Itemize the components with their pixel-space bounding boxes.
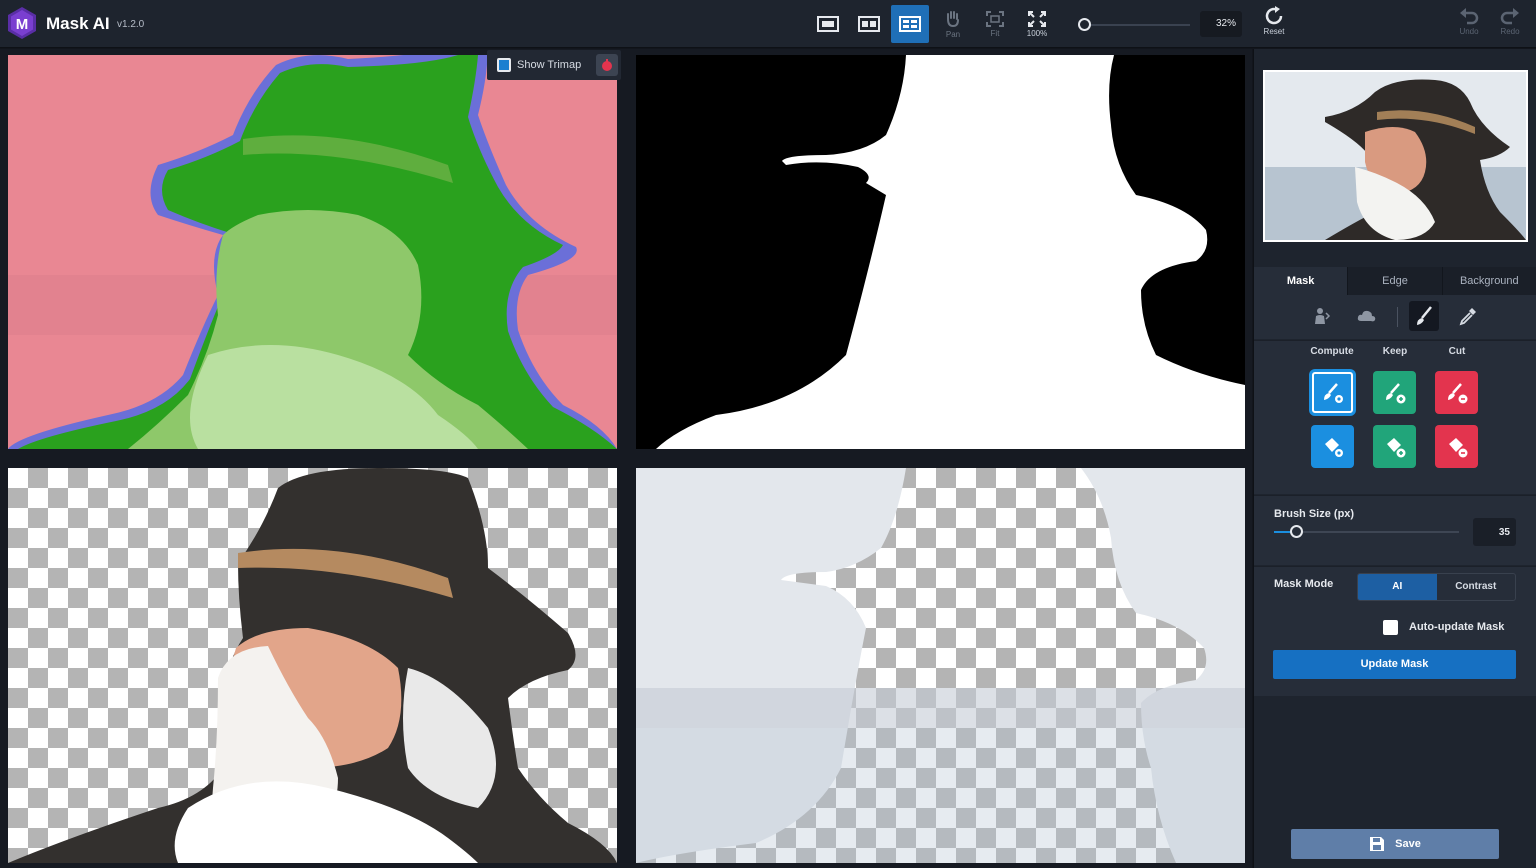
zoom-slider-handle[interactable] xyxy=(1078,18,1091,31)
mask-mode-contrast-option[interactable]: Contrast xyxy=(1437,574,1516,600)
background-view[interactable] xyxy=(636,468,1245,863)
brush-palette: Compute Keep Cut xyxy=(1254,340,1536,494)
compute-brush-button[interactable] xyxy=(1311,371,1354,414)
reset-button[interactable]: Reset xyxy=(1257,5,1291,43)
split-view-icon xyxy=(858,16,880,32)
undo-button[interactable]: Undo xyxy=(1452,5,1486,43)
show-trimap-label: Show Trimap xyxy=(517,59,582,71)
mask-view[interactable] xyxy=(636,55,1245,449)
tab-mask[interactable]: Mask xyxy=(1254,267,1349,295)
keep-column-label: Keep xyxy=(1382,346,1408,357)
canvas-area xyxy=(0,49,1252,868)
pan-button[interactable]: Pan xyxy=(934,5,972,43)
save-label: Save xyxy=(1395,838,1421,850)
zoom-slider-track[interactable] xyxy=(1080,24,1190,26)
redo-icon xyxy=(1500,8,1519,25)
reset-icon xyxy=(1265,6,1283,25)
cut-brush-icon xyxy=(1447,382,1467,403)
mask-tool-row xyxy=(1254,295,1536,339)
split-view-button[interactable] xyxy=(850,5,888,43)
keep-fill-icon xyxy=(1386,437,1405,457)
trimap-view[interactable] xyxy=(8,55,617,449)
compute-fill-icon xyxy=(1324,437,1343,457)
quad-view-icon xyxy=(899,16,921,32)
show-trimap-toggle[interactable]: Show Trimap xyxy=(487,50,621,80)
single-view-button[interactable] xyxy=(809,5,847,43)
navigator-preview[interactable] xyxy=(1263,70,1528,242)
mask-mode-label: Mask Mode xyxy=(1274,578,1334,590)
eyedropper-tool[interactable] xyxy=(1453,301,1483,331)
ai-person-tool[interactable] xyxy=(1307,301,1337,331)
mask-ai-logo-icon: M xyxy=(6,6,38,40)
cut-brush-button[interactable] xyxy=(1435,371,1478,414)
auto-update-label: Auto-update Mask xyxy=(1409,621,1505,633)
right-sidebar: Mask Edge Background Compute Keep Cut Br… xyxy=(1253,49,1536,868)
cut-column-label: Cut xyxy=(1448,346,1466,357)
svg-text:M: M xyxy=(16,16,29,33)
redo-button[interactable]: Redo xyxy=(1493,5,1527,43)
expand-icon xyxy=(1028,10,1046,27)
cutout-view[interactable] xyxy=(8,468,617,863)
trimap-image xyxy=(8,55,617,449)
keep-fill-button[interactable] xyxy=(1373,425,1416,468)
actual-size-button[interactable]: 100% xyxy=(1018,5,1056,43)
preview-thumbnail xyxy=(1265,72,1526,240)
cut-fill-icon xyxy=(1448,437,1467,457)
zoom-value[interactable]: 32% xyxy=(1200,11,1242,37)
auto-update-checkbox[interactable] xyxy=(1383,620,1398,635)
eyedropper-icon xyxy=(1459,308,1476,326)
app-version: v1.2.0 xyxy=(117,19,145,30)
brush-size-slider-handle[interactable] xyxy=(1290,525,1303,538)
cloud-icon xyxy=(1357,310,1376,322)
cut-fill-button[interactable] xyxy=(1435,425,1478,468)
fit-screen-icon xyxy=(986,10,1004,27)
save-icon xyxy=(1370,837,1385,851)
person-icon xyxy=(1315,308,1331,324)
mask-mode-ai-option[interactable]: AI xyxy=(1358,574,1437,600)
app-title: Mask AI xyxy=(46,14,110,33)
update-mask-button[interactable]: Update Mask xyxy=(1273,650,1516,679)
redo-label: Redo xyxy=(1500,27,1520,36)
hand-icon xyxy=(947,10,959,27)
brush-size-value[interactable]: 35 xyxy=(1473,518,1516,546)
brush-tool[interactable] xyxy=(1409,301,1439,331)
undo-icon xyxy=(1460,8,1479,25)
compute-fill-button[interactable] xyxy=(1311,425,1354,468)
quad-view-button[interactable] xyxy=(891,5,929,43)
compute-column-label: Compute xyxy=(1310,346,1354,357)
save-button[interactable]: Save xyxy=(1291,829,1499,859)
brush-size-label: Brush Size (px) xyxy=(1274,508,1355,520)
ai-object-tool[interactable] xyxy=(1352,301,1382,331)
tab-background[interactable]: Background xyxy=(1442,267,1536,295)
show-trimap-checkbox[interactable] xyxy=(497,58,511,72)
fit-button[interactable]: Fit xyxy=(976,5,1014,43)
sidebar-tabs: Mask Edge Background xyxy=(1254,267,1536,295)
tab-edge[interactable]: Edge xyxy=(1348,267,1443,295)
paint-bucket-icon xyxy=(602,59,612,71)
actual-size-label: 100% xyxy=(1026,28,1048,38)
top-toolbar: M Mask AI v1.2.0 Pan Fit 100% 32% Reset … xyxy=(0,0,1536,48)
fit-label: Fit xyxy=(990,28,1000,38)
paintbrush-icon xyxy=(1417,306,1432,325)
cutout-image xyxy=(8,468,617,863)
keep-brush-icon xyxy=(1385,382,1405,403)
mask-mode-toggle: AI Contrast xyxy=(1357,573,1516,601)
pan-label: Pan xyxy=(945,29,961,39)
single-view-icon xyxy=(817,16,839,32)
keep-brush-button[interactable] xyxy=(1373,371,1416,414)
compute-brush-icon xyxy=(1323,382,1343,403)
background-image xyxy=(636,468,1245,863)
reset-label: Reset xyxy=(1263,27,1285,36)
tool-divider xyxy=(1397,307,1398,327)
trimap-color-button[interactable] xyxy=(596,54,618,76)
undo-label: Undo xyxy=(1459,27,1479,36)
mask-image xyxy=(656,55,1245,449)
